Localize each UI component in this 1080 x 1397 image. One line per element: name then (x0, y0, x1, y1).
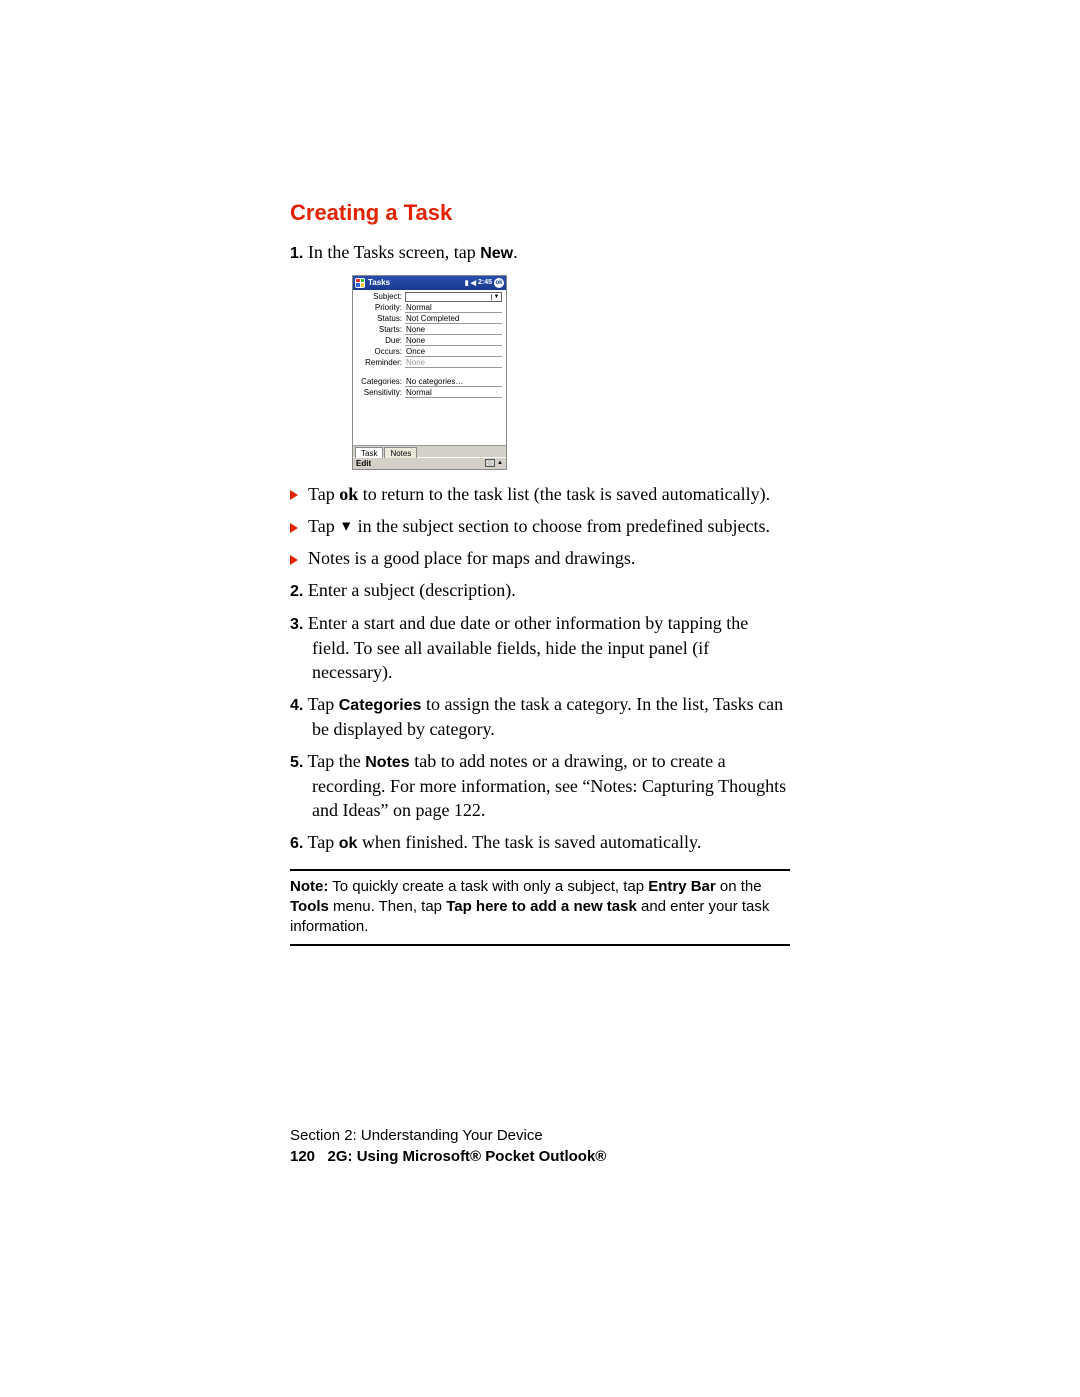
bullet-bold: ok (339, 484, 358, 504)
ok-button-icon: ok (494, 278, 504, 288)
section-heading: Creating a Task (290, 200, 790, 226)
bullet-2: Tap ▼ in the subject section to choose f… (290, 514, 790, 538)
value-sensitivity: Normal (405, 388, 502, 398)
bullet-text: Tap (308, 516, 339, 536)
step-text: Tap (303, 694, 338, 714)
step-bold: ok (339, 835, 358, 852)
tab-notes: Notes (384, 447, 417, 458)
bullet-3: Notes is a good place for maps and drawi… (290, 546, 790, 570)
tab-task: Task (355, 447, 383, 458)
page-number: 120 (290, 1148, 315, 1165)
step-2: 2. Enter a subject (description). (290, 578, 790, 603)
step-bold: Notes (365, 754, 409, 771)
step-number: 4. (290, 697, 303, 714)
label-starts: Starts: (357, 325, 405, 334)
windows-start-icon (355, 278, 365, 288)
label-status: Status: (357, 314, 405, 323)
device-bottombar: Edit ▲ (353, 457, 506, 469)
triangle-bullet-icon (290, 523, 298, 533)
label-subject: Subject: (357, 292, 405, 301)
step-bold: Categories (339, 697, 422, 714)
footer-chapter: 2G: Using Microsoft® Pocket Outlook® (328, 1148, 607, 1165)
page-footer: Section 2: Understanding Your Device 120… (290, 1125, 606, 1167)
bullet-text: in the subject section to choose from pr… (353, 516, 770, 536)
value-starts: None (405, 325, 502, 335)
speaker-icon: ◀ (471, 279, 476, 287)
dropdown-icon: ▼ (491, 294, 501, 300)
value-reminder: None (405, 358, 502, 368)
step-text: Tap (303, 832, 338, 852)
keyboard-toggle: ▲ (485, 459, 503, 467)
device-form: Subject:▼ Priority:Normal Status:Not Com… (353, 290, 506, 445)
triangle-bullet-icon (290, 490, 298, 500)
step-text: In the Tasks screen, tap (303, 242, 480, 262)
dropdown-glyph-icon: ▼ (339, 519, 353, 534)
value-status: Not Completed (405, 314, 502, 324)
up-arrow-icon: ▲ (497, 460, 503, 466)
note-bold: Tools (290, 898, 329, 915)
value-due: None (405, 336, 502, 346)
signal-icon: ▮ (465, 279, 469, 287)
note-text: menu. Then, tap (329, 898, 446, 915)
step-text: Enter a subject (description). (303, 580, 515, 600)
bullet-text: to return to the task list (the task is … (358, 484, 770, 504)
label-reminder: Reminder: (357, 358, 405, 367)
step-number: 5. (290, 754, 303, 771)
label-occurs: Occurs: (357, 347, 405, 356)
step-number: 6. (290, 835, 303, 852)
step-text: when finished. The task is saved automat… (357, 832, 701, 852)
note-text: on the (716, 878, 762, 895)
step-number: 1. (290, 245, 303, 262)
note-label: Note: (290, 878, 328, 895)
footer-section: Section 2: Understanding Your Device (290, 1125, 606, 1146)
manual-page: Creating a Task 1. In the Tasks screen, … (0, 0, 1080, 946)
step-4: 4. Tap Categories to assign the task a c… (290, 692, 790, 741)
step-text: Tap the (303, 751, 365, 771)
step-number: 3. (290, 616, 303, 633)
step-5: 5. Tap the Notes tab to add notes or a d… (290, 749, 790, 822)
triangle-bullet-icon (290, 555, 298, 565)
step-6: 6. Tap ok when finished. The task is sav… (290, 830, 790, 855)
step-text: . (513, 242, 518, 262)
bullet-1: Tap ok to return to the task list (the t… (290, 482, 790, 506)
subject-input: ▼ (405, 292, 502, 302)
device-titlebar: Tasks ▮ ◀ 2:45 ok (353, 276, 506, 290)
note-bold: Entry Bar (648, 878, 716, 895)
label-due: Due: (357, 336, 405, 345)
bullet-text: Tap (308, 484, 339, 504)
step-1: 1. In the Tasks screen, tap New. (290, 240, 790, 265)
step-3: 3. Enter a start and due date or other i… (290, 611, 790, 684)
step-bold: New (480, 245, 513, 262)
device-screenshot: Tasks ▮ ◀ 2:45 ok Subject:▼ Priority:Nor… (352, 275, 507, 470)
keyboard-icon (485, 459, 495, 467)
device-title: Tasks (368, 278, 465, 287)
value-priority: Normal (405, 303, 502, 313)
edit-menu: Edit (356, 459, 371, 468)
value-occurs: Once (405, 347, 502, 357)
label-categories: Categories: (357, 377, 405, 386)
note-bold: Tap here to add a new task (446, 898, 637, 915)
step-text: Enter a start and due date or other info… (303, 613, 748, 682)
device-status-icons: ▮ ◀ 2:45 ok (465, 278, 504, 288)
bullet-text: Notes is a good place for maps and drawi… (308, 548, 635, 568)
device-time: 2:45 (478, 279, 492, 286)
note-block: Note: To quickly create a task with only… (290, 869, 790, 946)
label-priority: Priority: (357, 303, 405, 312)
value-categories: No categories… (405, 377, 502, 387)
note-text: To quickly create a task with only a sub… (328, 878, 648, 895)
device-tabs: Task Notes (353, 445, 506, 457)
step-number: 2. (290, 583, 303, 600)
label-sensitivity: Sensitivity: (357, 388, 405, 397)
